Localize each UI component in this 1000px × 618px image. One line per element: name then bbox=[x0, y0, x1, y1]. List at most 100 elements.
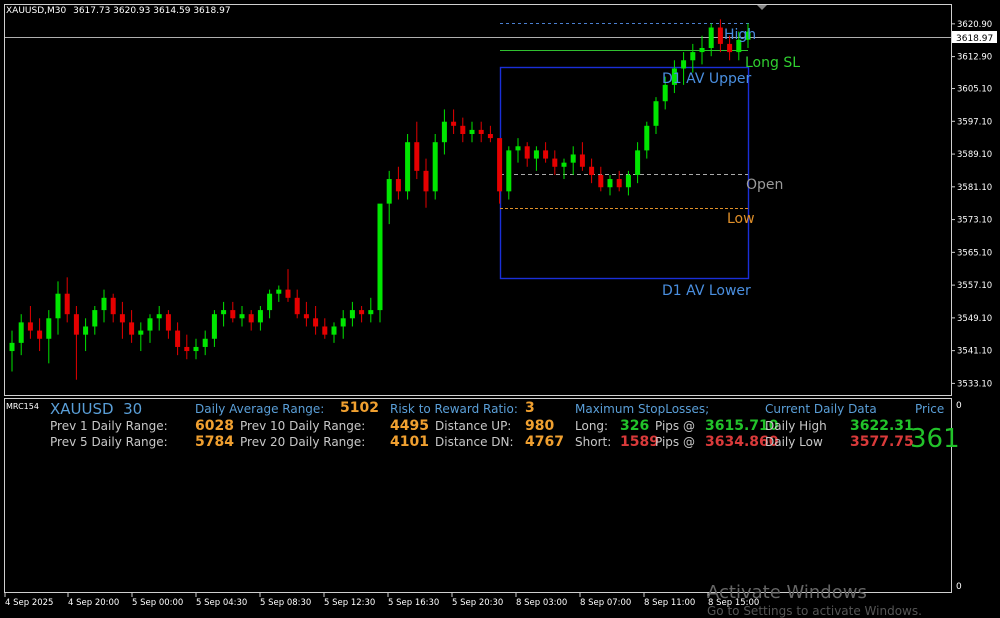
prev10-value: 4495 bbox=[390, 418, 429, 434]
candle-body bbox=[175, 330, 181, 347]
open-label: Open bbox=[746, 177, 783, 193]
candle-body bbox=[221, 310, 227, 315]
candle-body bbox=[285, 289, 291, 298]
time-tick-label: 5 Sep 00:00 bbox=[132, 598, 183, 608]
prev1-value: 6028 bbox=[195, 418, 234, 434]
candle-body bbox=[9, 342, 15, 352]
short-label: Short: bbox=[575, 435, 612, 449]
price-tick-label: 3612.90 bbox=[957, 53, 992, 63]
candle-body bbox=[267, 293, 273, 311]
candle-body bbox=[717, 27, 723, 44]
price-tick-label: 3605.10 bbox=[957, 85, 992, 95]
long-sl-label: Long SL bbox=[745, 55, 800, 71]
time-tick-label: 5 Sep 12:30 bbox=[324, 598, 375, 608]
dist-dn-label: Distance DN: bbox=[435, 435, 514, 449]
watermark-title: Activate Windows bbox=[707, 582, 867, 603]
short-value: 1589 bbox=[620, 434, 659, 450]
time-tick-label: 5 Sep 08:30 bbox=[260, 598, 311, 608]
daily-avg-label: Daily Average Range: bbox=[195, 402, 325, 416]
candle-body bbox=[561, 162, 567, 167]
price-tick-label: 3581.10 bbox=[957, 183, 992, 193]
price-tick-label: 3589.10 bbox=[957, 150, 992, 160]
candle-body bbox=[276, 289, 282, 294]
candle-body bbox=[119, 314, 125, 323]
current-daily-label: Current Daily Data bbox=[765, 402, 877, 416]
price-tick-label: 3620.90 bbox=[957, 20, 992, 30]
candle-body bbox=[239, 314, 245, 319]
candle-body bbox=[469, 129, 475, 134]
candle-body bbox=[165, 314, 171, 331]
candle-body bbox=[708, 27, 714, 48]
chart-window[interactable]: 3620.90 3612.90 3605.10 3597.10 3589.10 3581.… bbox=[0, 0, 1000, 618]
time-tick-label: 5 Sep 20:30 bbox=[452, 598, 503, 608]
sub-axis-bottom: 0 bbox=[956, 582, 962, 592]
time-tick-label: 8 Sep 11:00 bbox=[644, 598, 695, 608]
candle-body bbox=[156, 314, 162, 319]
candle-body bbox=[257, 310, 263, 323]
candle-body bbox=[533, 150, 539, 159]
candle-body bbox=[110, 297, 116, 315]
time-tick-label: 4 Sep 20:00 bbox=[68, 598, 119, 608]
candle-body bbox=[524, 146, 530, 159]
chart-canvas[interactable]: 3620.90 3612.90 3605.10 3597.10 3589.10 3581.… bbox=[0, 0, 1000, 615]
candle-body bbox=[211, 314, 217, 339]
candle-body bbox=[322, 326, 328, 335]
candle-body bbox=[662, 84, 668, 102]
candle-body bbox=[386, 179, 392, 204]
shift-marker-icon[interactable] bbox=[757, 5, 767, 10]
time-tick-label: 5 Sep 16:30 bbox=[388, 598, 439, 608]
candle-body bbox=[294, 297, 300, 315]
candle-body bbox=[184, 346, 190, 352]
dist-up-label: Distance UP: bbox=[435, 419, 512, 433]
candle-body bbox=[460, 125, 466, 134]
candle-body bbox=[552, 158, 558, 167]
prev1-label: Prev 1 Daily Range: bbox=[50, 419, 168, 433]
long-label: Long: bbox=[575, 419, 609, 433]
prev10-label: Prev 10 Daily Range: bbox=[240, 419, 366, 433]
d1-av-box bbox=[499, 66, 750, 280]
panel-symbol-text: XAUUSD bbox=[50, 400, 114, 418]
candle-body bbox=[73, 314, 79, 335]
candle-body bbox=[681, 60, 687, 69]
candle-body bbox=[616, 179, 622, 188]
time-tick-label: 8 Sep 03:00 bbox=[516, 598, 567, 608]
price-label: Price bbox=[915, 402, 945, 416]
candle-body bbox=[27, 322, 33, 331]
daily-avg-value: 5102 bbox=[340, 400, 379, 416]
high-label: High bbox=[724, 27, 756, 43]
daily-low-label: Daily Low bbox=[765, 435, 823, 449]
candle-body bbox=[405, 142, 411, 192]
candle-body bbox=[432, 142, 438, 192]
candle-body bbox=[313, 318, 319, 327]
candle-body bbox=[129, 322, 135, 335]
candle-body bbox=[515, 146, 521, 151]
price-tick-label: 3597.10 bbox=[957, 117, 992, 127]
daily-low-value: 3577.75 bbox=[850, 434, 914, 450]
candle-body bbox=[441, 121, 447, 143]
candle-body bbox=[506, 150, 512, 192]
candle-body bbox=[349, 310, 355, 319]
candle-body bbox=[83, 326, 89, 335]
watermark-subtitle: Go to Settings to activate Windows. bbox=[707, 604, 922, 618]
candle-body bbox=[625, 174, 631, 188]
candle-body bbox=[55, 293, 61, 319]
candle-body bbox=[303, 314, 309, 319]
candle-body bbox=[248, 314, 254, 323]
candle-body bbox=[487, 134, 493, 139]
prev20-label: Prev 20 Daily Range: bbox=[240, 435, 366, 449]
candle-body bbox=[101, 297, 107, 311]
candle-body bbox=[579, 154, 585, 167]
candle-body bbox=[202, 338, 208, 347]
candle-body bbox=[331, 326, 337, 335]
long-value: 326 bbox=[620, 418, 650, 434]
daily-high-label: Daily High bbox=[765, 419, 827, 433]
candle-body bbox=[64, 293, 70, 315]
rr-value: 3 bbox=[525, 400, 535, 416]
d1-upper-label: D1 AV Upper bbox=[662, 71, 751, 87]
daily-high-value: 3622.31 bbox=[850, 418, 914, 434]
candle-body bbox=[377, 203, 383, 311]
candle-body bbox=[644, 125, 650, 151]
candle-body bbox=[598, 174, 604, 188]
d1-lower-label: D1 AV Lower bbox=[662, 283, 751, 299]
main-panel-frame bbox=[4, 4, 952, 396]
